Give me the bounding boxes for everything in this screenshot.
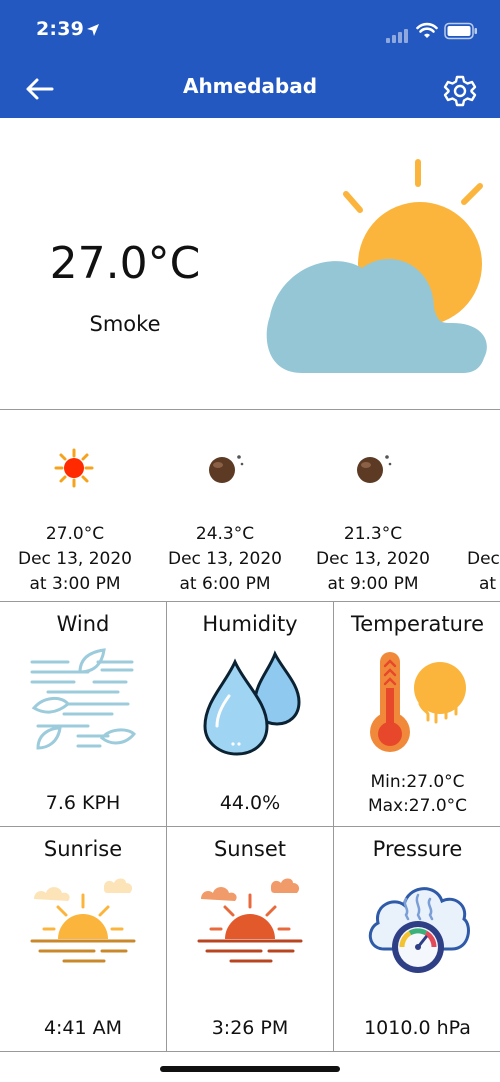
- sunset-icon: [197, 878, 303, 963]
- current-temperature: 27.0°C: [49, 238, 201, 289]
- thermometer-sun-icon: [370, 652, 466, 752]
- partly-cloudy-icon: [266, 159, 487, 373]
- wifi-icon: [416, 22, 438, 44]
- wind-value: 7.6 KPH: [45, 792, 121, 814]
- hourly-time: at 9:00 PM: [327, 574, 419, 594]
- status-time: 2:39: [36, 18, 85, 40]
- sunset-tile: Sunset 3:26 PM: [167, 827, 334, 1052]
- wind-tile: Wind 7.6 KPH: [0, 602, 167, 827]
- pressure-gauge-icon: [368, 887, 470, 973]
- temperature-tile: Temperature Min:27.0°C Max:27.0°C: [334, 602, 500, 827]
- details-grid: Wind 7.6 KPH Humidity 44.0% Temperature …: [0, 602, 500, 1052]
- hourly-forecast[interactable]: 27.0°C Dec 13, 2020 at 3:00 PM 24.3°C De…: [0, 410, 500, 602]
- current-weather: 27.0°C Smoke: [0, 118, 500, 410]
- hourly-item: 27.0°C Dec 13, 2020 at 3:00 PM: [0, 410, 150, 601]
- hourly-temp: 27.0°C: [45, 524, 105, 544]
- hourly-time: at 6:00 PM: [179, 574, 271, 594]
- water-drops-icon: [203, 650, 301, 756]
- page-title: Ahmedabad: [182, 74, 318, 98]
- temperature-min: Min:27.0°C: [370, 772, 465, 792]
- sunrise-value: 4:41 AM: [43, 1017, 123, 1039]
- app-header: 2:39 Ahmedabad: [0, 0, 500, 118]
- hourly-temp: 24.3°C: [195, 524, 255, 544]
- hourly-date: Dec 13, 2020: [315, 549, 430, 569]
- hourly-item: 21.3°C Dec 13, 2020 at 9:00 PM: [298, 410, 448, 601]
- tile-title: Humidity: [202, 612, 298, 636]
- tile-title: Sunrise: [43, 837, 123, 861]
- temperature-max: Max:27.0°C: [367, 796, 468, 816]
- hourly-item: 1 Dec at 1: [458, 410, 500, 601]
- tile-title: Wind: [56, 612, 110, 636]
- wind-icon: [30, 648, 137, 750]
- hourly-date: Dec 13, 2020: [17, 549, 132, 569]
- settings-button[interactable]: [440, 71, 480, 111]
- gear-icon: [443, 75, 477, 107]
- location-arrow-icon: [86, 22, 100, 41]
- home-indicator[interactable]: [160, 1066, 340, 1072]
- battery-icon: [444, 22, 478, 44]
- sunrise-icon: [30, 878, 136, 963]
- current-condition: Smoke: [89, 312, 161, 336]
- sunset-value: 3:26 PM: [211, 1017, 289, 1039]
- hourly-time: at 3:00 PM: [29, 574, 121, 594]
- hourly-time: at 1: [479, 574, 500, 594]
- tile-title: Pressure: [372, 837, 463, 861]
- pressure-tile: Pressure 1010.0 hPa: [334, 827, 500, 1052]
- sun-icon: [54, 448, 94, 488]
- tile-title: Sunset: [213, 837, 287, 861]
- humidity-value: 44.0%: [219, 792, 281, 814]
- night-moon-icon: [357, 455, 392, 483]
- sunrise-tile: Sunrise 4:41 AM: [0, 827, 167, 1052]
- pressure-value: 1010.0 hPa: [364, 1017, 471, 1039]
- humidity-tile: Humidity 44.0%: [167, 602, 334, 827]
- hourly-date: Dec 13, 2020: [167, 549, 282, 569]
- hourly-item: 24.3°C Dec 13, 2020 at 6:00 PM: [150, 410, 300, 601]
- hourly-temp: 1: [467, 522, 500, 547]
- cellular-signal-icon: [386, 28, 410, 47]
- night-moon-icon: [209, 455, 244, 483]
- hourly-temp: 21.3°C: [343, 524, 403, 544]
- tile-title: Temperature: [350, 612, 485, 636]
- hourly-date: Dec: [467, 549, 500, 569]
